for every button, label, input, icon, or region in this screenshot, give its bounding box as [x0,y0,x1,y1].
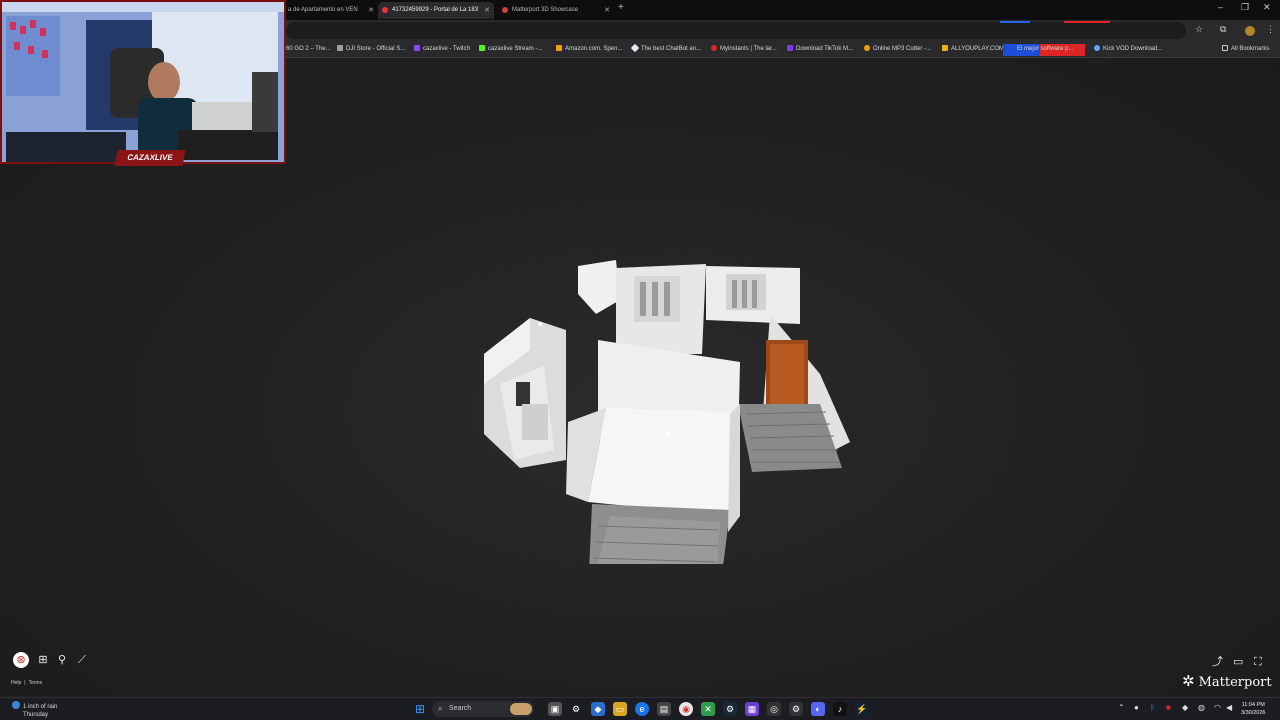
menu-kebab-icon[interactable]: ⋮ [1266,24,1275,35]
folder-icon [1222,45,1228,51]
tab-matterport[interactable]: Matterport 3D Showcase ✕ [498,2,614,19]
obs-icon[interactable]: ◎ [767,702,781,716]
myinstants-icon [711,45,717,51]
tab-label: 41732459929 - Portal de La 183 [392,7,479,13]
windows-taskbar: 1 inch of rain Thursday ⊞ ⌕ Search ▣ ⚙ ◆ … [0,697,1280,720]
bookmark-item[interactable]: Download TikTok M... [787,45,853,54]
tray-overflow-icon[interactable]: ⌃ [1118,703,1125,712]
chatbot-icon [630,43,640,53]
profile-avatar[interactable] [1245,26,1255,36]
close-window-icon[interactable]: ✕ [1263,2,1271,13]
address-bar[interactable] [286,21,1186,39]
all-bookmarks[interactable]: All Bookmarks [1222,45,1269,54]
grid-app-icon[interactable]: ▦ [745,702,759,716]
bookmark-item[interactable]: Online MP3 Cutter -... [864,45,931,54]
tab-apartamento[interactable]: a de Apartamento en VEN ✕ [274,2,378,19]
close-tab-icon[interactable]: ✕ [368,2,374,19]
weather-widget[interactable]: 1 inch of rain Thursday [12,701,57,719]
bluetooth-icon[interactable]: ᛒ [1150,703,1155,712]
walk-icon[interactable]: ⚲ [54,652,70,668]
tab-favicon-icon [502,7,508,13]
matterport-logo[interactable]: ✲ Matterport [1182,672,1272,690]
help-link[interactable]: Help [11,680,21,686]
system-clock[interactable]: 11:04 PM 3/30/2026 [1241,701,1265,717]
chrome-icon[interactable]: ◉ [679,702,693,716]
redaction-bar [1064,21,1110,23]
new-tab-icon[interactable]: + [618,2,624,13]
dollhouse-3d-model[interactable] [470,254,860,564]
bookmark-item[interactable]: 60 GO 2 – The... [286,45,331,54]
search-icon: ⌕ [438,704,443,713]
webcam-scene [2,2,284,162]
bookmark-item[interactable]: Myinstants | The lar... [711,45,777,54]
tray-app-icon[interactable]: ■ [1166,703,1171,712]
share-icon[interactable]: ⤴ [1212,652,1223,670]
store-icon[interactable]: ▤ [657,702,671,716]
extensions-icon[interactable]: ⧉ [1220,24,1226,35]
measure-icon[interactable]: ⟋ [74,652,90,668]
minimize-icon[interactable]: – [1218,2,1223,12]
bookmark-item[interactable]: Amazon.com. Spen... [556,45,622,54]
volume-icon[interactable]: ◀ [1226,703,1232,712]
mp3-cutter-icon [864,45,870,51]
tray-app-icon[interactable]: ◆ [1182,703,1188,712]
tab-portal[interactable]: 41732459929 - Portal de La 183 ✕ [378,2,494,19]
widgets-icon[interactable]: ⚙ [569,702,583,716]
tray-app-icon[interactable]: ● [1134,703,1139,712]
start-icon[interactable]: ⊞ [413,702,427,716]
amazon-icon [556,45,562,51]
copilot-icon[interactable]: ◆ [591,702,605,716]
separator: | [24,680,26,686]
search-highlight-icon [510,703,532,715]
app-icon[interactable]: ⚡ [855,702,869,716]
close-tab-icon[interactable]: ✕ [484,2,490,19]
bookmark-item[interactable]: The best ChatBot an... [630,43,701,54]
discord-icon[interactable]: ◐ [811,702,825,716]
xbox-icon[interactable]: ✕ [701,702,715,716]
steam-icon[interactable]: ⚙ [723,702,737,716]
streamer-name-tag: CAZAXLIVE [114,150,186,166]
floorplan-icon[interactable]: ⊞ [35,652,51,668]
tab-favicon-icon [382,7,388,13]
task-view-icon[interactable]: ▣ [548,702,562,716]
restore-icon[interactable]: ❐ [1241,2,1249,13]
terms-link[interactable]: Terms [29,680,43,686]
wifi-icon[interactable]: ◠ [1214,703,1221,712]
screen: a de Apartamento en VEN ✕ 41732459929 - … [0,0,1280,720]
bookmark-star-icon[interactable]: ☆ [1195,24,1203,35]
tab-label: a de Apartamento en VEN [288,7,358,13]
close-tab-icon[interactable]: ✕ [604,2,610,19]
weather-alert-icon [12,701,20,709]
fullscreen-icon[interactable]: ⛶ [1254,652,1262,670]
twitch-icon [414,45,420,51]
bookmark-item[interactable]: El mejor software p... [1003,44,1085,56]
kick-vod-icon [1094,45,1100,51]
file-explorer-icon[interactable]: ▭ [613,702,627,716]
dollhouse-mode-icon[interactable]: ⊛ [13,652,29,668]
tiktok-icon[interactable]: ♪ [833,702,847,716]
settings-app-icon[interactable]: ⚙ [789,702,803,716]
tab-label: Matterport 3D Showcase [512,7,579,13]
tray-app-icon[interactable]: ◍ [1198,703,1205,712]
kick-icon [479,45,485,51]
webcam-overlay [0,0,286,164]
redaction-bar [1000,21,1030,23]
vr-icon[interactable]: ▭ [1233,652,1243,670]
bookmark-item[interactable]: DJI Store - Official S... [337,45,405,54]
bookmark-item[interactable]: cazaxlive Stream -... [479,45,542,54]
taskbar-search[interactable]: ⌕ Search [432,701,534,717]
help-terms: Help | Terms [11,680,45,686]
bookmark-item[interactable]: cazaxlive - Twitch [414,45,470,54]
matterport-mark-icon: ✲ [1182,672,1195,690]
allyouplay-icon [942,45,948,51]
edge-icon[interactable]: e [635,702,649,716]
tiktok-download-icon [787,45,793,51]
bookmark-item[interactable]: Kick VOD Download... [1094,45,1162,54]
dji-icon [337,45,343,51]
